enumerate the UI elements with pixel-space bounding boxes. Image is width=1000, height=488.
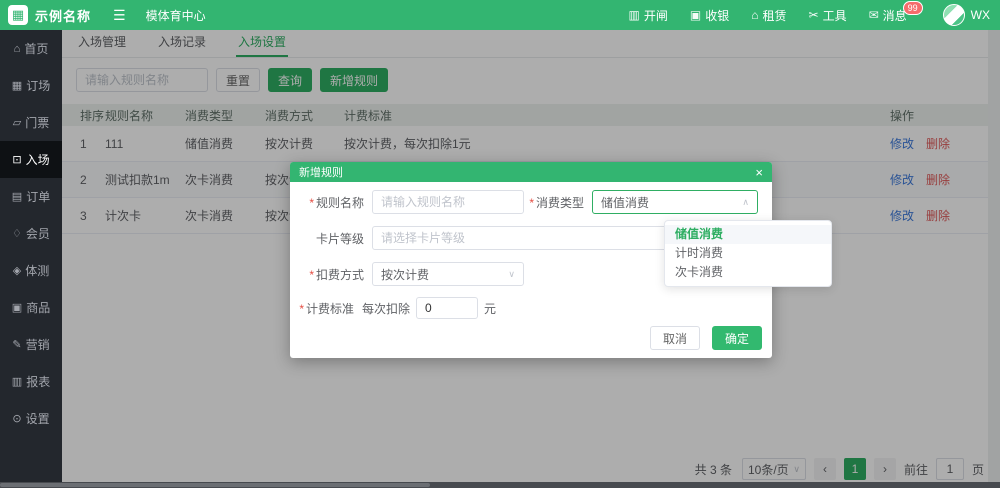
billing-unit: 元 [484, 300, 496, 317]
goods-icon: ▣ [12, 301, 22, 314]
user-name: WX [971, 8, 990, 22]
modal-footer: 取消 确定 [650, 326, 762, 350]
sidebar-label-settings: 设置 [26, 410, 50, 427]
message-count-badge: 99 [903, 1, 923, 15]
rule-name-field-row: *规则名称 [294, 190, 524, 214]
tools-icon: ✂ [809, 8, 819, 22]
scrollbar-thumb[interactable] [0, 483, 430, 487]
cashier-icon: ▣ [690, 8, 701, 22]
sidebar-item-members[interactable]: ♢ 会员 [0, 215, 62, 252]
report-icon: ▥ [12, 375, 22, 388]
deduct-method-label: *扣费方式 [294, 266, 364, 283]
home-icon: ⌂ [14, 43, 21, 55]
cashier-button[interactable]: ▣ 收银 [690, 7, 729, 24]
member-icon: ♢ [12, 227, 22, 240]
logo-grid-icon: ▦ [12, 7, 24, 23]
add-rule-modal: 新增规则 × *规则名称 *消费类型 储值消费 ∧ 卡片等级 *扣费方式 按次计… [290, 162, 772, 358]
consume-type-dropdown: 储值消费 计时消费 次卡消费 [664, 220, 832, 287]
billing-standard-field-row: *计费标准 每次扣除 元 [294, 296, 496, 320]
sidebar-label-reports: 报表 [26, 373, 50, 390]
user-menu[interactable]: WX [929, 4, 990, 26]
rental-label: 租赁 [762, 7, 786, 24]
modal-header: 新增规则 × [290, 162, 772, 182]
dropdown-option-punch-card[interactable]: 次卡消费 [665, 263, 831, 282]
chevron-down-icon: ∨ [508, 269, 515, 280]
sidebar-item-fitness-test[interactable]: ◈ 体测 [0, 252, 62, 289]
rule-name-label: *规则名称 [294, 194, 364, 211]
sidebar-item-goods[interactable]: ▣ 商品 [0, 289, 62, 326]
rule-name-input[interactable] [372, 190, 524, 214]
cancel-button[interactable]: 取消 [650, 326, 700, 350]
consume-type-select[interactable]: 储值消费 ∧ [592, 190, 758, 214]
required-mark: * [309, 268, 314, 282]
billing-standard-label: *计费标准 [294, 300, 354, 317]
navbar-actions: ▥ 开闸 ▣ 收银 ⌂ 租赁 ✂ 工具 ✉ 消息 99 WX [629, 0, 990, 30]
dropdown-option-stored-value[interactable]: 储值消费 [665, 225, 831, 244]
calendar-icon: ▦ [12, 79, 22, 92]
cashier-label: 收银 [705, 7, 729, 24]
horizontal-scrollbar[interactable] [0, 482, 1000, 488]
sidebar-item-settings[interactable]: ⊙ 设置 [0, 400, 62, 437]
consume-type-label: *消费类型 [526, 194, 584, 211]
tools-label: 工具 [823, 7, 847, 24]
consume-type-value: 储值消费 [601, 194, 649, 211]
consume-type-field-row: *消费类型 储值消费 ∧ [526, 190, 758, 214]
tools-button[interactable]: ✂ 工具 [809, 7, 847, 24]
shop-icon: ⌂ [751, 8, 758, 22]
required-mark: * [529, 196, 534, 210]
dropdown-option-timed[interactable]: 计时消费 [665, 244, 831, 263]
sidebar-label-fitness-test: 体测 [25, 262, 49, 279]
top-navbar: ▦ 示例名称 ☰ 模体育中心 ▥ 开闸 ▣ 收银 ⌂ 租赁 ✂ 工具 ✉ 消息 … [0, 0, 1000, 30]
rental-button[interactable]: ⌂ 租赁 [751, 7, 786, 24]
venue-name: 模体育中心 [146, 7, 206, 24]
gear-icon: ⊙ [12, 412, 21, 425]
fitness-icon: ◈ [13, 264, 21, 277]
open-gate-button[interactable]: ▥ 开闸 [629, 7, 668, 24]
sidebar-item-tickets[interactable]: ▱ 门票 [0, 104, 62, 141]
deduct-method-value: 按次计费 [381, 266, 429, 283]
close-icon[interactable]: × [755, 166, 763, 179]
sidebar-label-orders: 订单 [26, 188, 50, 205]
ticket-icon: ▱ [13, 116, 21, 129]
open-gate-label: 开闸 [644, 7, 668, 24]
sidebar-item-home[interactable]: ⌂ 首页 [0, 30, 62, 67]
sidebar-item-reports[interactable]: ▥ 报表 [0, 363, 62, 400]
user-avatar [943, 4, 965, 26]
chevron-up-icon: ∧ [742, 197, 749, 208]
billing-amount-input[interactable] [416, 297, 478, 319]
sidebar-label-marketing: 营销 [26, 336, 50, 353]
sidebar-item-booking[interactable]: ▦ 订场 [0, 67, 62, 104]
required-mark: * [309, 196, 314, 210]
sidebar-label-entry: 入场 [26, 151, 50, 168]
sidebar-item-orders[interactable]: ▤ 订单 [0, 178, 62, 215]
sidebar-nav: ⌂ 首页 ▦ 订场 ▱ 门票 ⊡ 入场 ▤ 订单 ♢ 会员 ◈ 体测 ▣ 商品 … [0, 30, 62, 488]
sidebar-collapse-icon[interactable]: ☰ [113, 7, 126, 24]
entry-icon: ⊡ [12, 153, 21, 166]
modal-title: 新增规则 [299, 164, 343, 180]
sidebar-label-goods: 商品 [26, 299, 50, 316]
sidebar-label-booking: 订场 [26, 77, 50, 94]
card-level-label: 卡片等级 [294, 230, 364, 247]
required-mark: * [299, 302, 304, 316]
app-logo: ▦ [8, 5, 28, 25]
confirm-button[interactable]: 确定 [712, 326, 762, 350]
sidebar-label-tickets: 门票 [25, 114, 49, 131]
sidebar-label-home: 首页 [24, 40, 48, 57]
app-title: 示例名称 [35, 6, 91, 25]
messages-button[interactable]: ✉ 消息 99 [869, 7, 907, 24]
sidebar-label-members: 会员 [26, 225, 50, 242]
message-icon: ✉ [869, 8, 879, 22]
deduct-method-field-row: *扣费方式 按次计费 ∨ [294, 262, 524, 286]
deduct-method-select[interactable]: 按次计费 ∨ [372, 262, 524, 286]
order-icon: ▤ [12, 190, 22, 203]
billing-prefix: 每次扣除 [362, 300, 410, 317]
sidebar-item-entry[interactable]: ⊡ 入场 [0, 141, 62, 178]
gate-icon: ▥ [629, 8, 640, 22]
marketing-icon: ✎ [12, 338, 21, 351]
sidebar-item-marketing[interactable]: ✎ 营销 [0, 326, 62, 363]
